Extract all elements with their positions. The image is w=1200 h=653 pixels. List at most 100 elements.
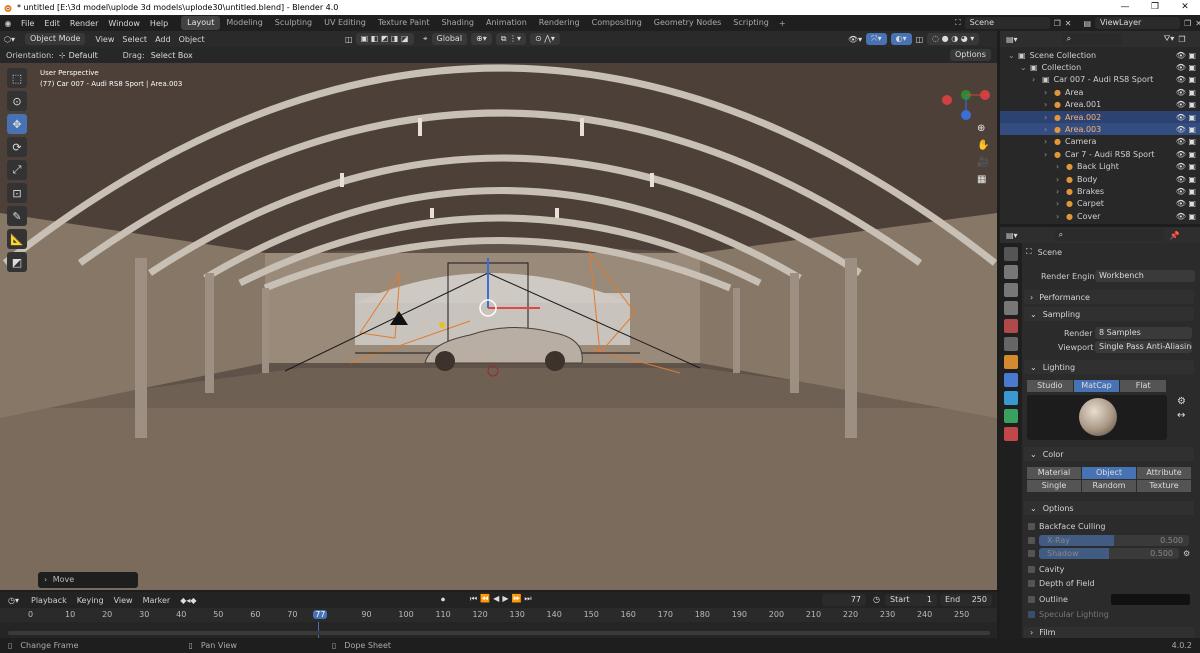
scene-tab-icon[interactable] <box>1004 319 1018 333</box>
scene-field[interactable]: Scene <box>964 17 1050 29</box>
current-frame-field[interactable]: 77 <box>822 594 866 606</box>
outliner-row[interactable]: › ● Carpet 👁 ▣ <box>1000 198 1200 210</box>
gizmo-toggle-icon[interactable]: ⤧▾ <box>866 33 887 45</box>
tab-compositing[interactable]: Compositing <box>586 16 648 30</box>
expand-arrow-icon[interactable]: › <box>1044 125 1054 134</box>
cursor-tool-icon[interactable]: ⊙ <box>7 91 27 111</box>
panel-performance[interactable]: › Performance <box>1024 290 1194 304</box>
expand-arrow-icon[interactable]: › <box>1044 100 1054 109</box>
visibility-toggle-icons[interactable]: 👁 ▣ <box>1176 63 1196 72</box>
menu-add[interactable]: Add <box>151 35 175 44</box>
properties-editor-icon[interactable]: ▤▾ <box>1006 231 1018 240</box>
scene-icon[interactable]: ⛶ <box>955 18 961 28</box>
editor-type-icon[interactable]: ⬡▾ <box>0 35 19 44</box>
visibility-toggle-icons[interactable]: 👁 ▣ <box>1176 162 1196 171</box>
viewlayer-icon[interactable]: ▤ <box>1083 19 1091 28</box>
lighting-mode-selector[interactable]: Studio MatCap Flat <box>1027 380 1168 392</box>
dof-checkbox[interactable] <box>1028 580 1035 587</box>
output-tab-icon[interactable] <box>1004 283 1018 297</box>
physics-tab-icon[interactable] <box>1004 391 1018 405</box>
render-tab-icon[interactable] <box>1004 265 1018 279</box>
outliner-row[interactable]: ⌄ ▣ Scene Collection 👁 ▣ <box>1000 49 1200 61</box>
outliner-row[interactable]: › ● Cover 👁 ▣ <box>1000 210 1200 222</box>
expand-arrow-icon[interactable]: › <box>1056 187 1066 196</box>
expand-arrow-icon[interactable]: › <box>1044 113 1054 122</box>
menu-select[interactable]: Select <box>118 35 151 44</box>
annotate-tool-icon[interactable]: ✎ <box>7 206 27 226</box>
expand-arrow-icon[interactable]: › <box>1056 199 1066 208</box>
panel-sampling[interactable]: ⌄ Sampling <box>1024 307 1194 321</box>
tool-tab-icon[interactable] <box>1004 247 1018 261</box>
visibility-toggle-icons[interactable]: 👁 ▣ <box>1176 187 1196 196</box>
transform-orientation-dropdown[interactable]: Global <box>431 33 468 45</box>
panel-color[interactable]: ⌄ Color <box>1024 447 1194 461</box>
pivot-point-icon[interactable]: ⊕▾ <box>471 33 492 45</box>
viewlayer-field[interactable]: ViewLayer <box>1095 17 1181 29</box>
properties-search-input[interactable]: ⌕ <box>1053 229 1164 241</box>
visibility-toggle-icons[interactable]: 👁 ▣ <box>1176 137 1196 146</box>
outliner-row[interactable]: › ● Brakes 👁 ▣ <box>1000 185 1200 197</box>
matcap-settings-icon[interactable]: ⚙ <box>1177 396 1186 407</box>
blender-menu-icon[interactable]: ◉ <box>0 19 16 28</box>
menu-object[interactable]: Object <box>175 35 209 44</box>
new-scene-icon[interactable]: ❐ <box>1054 19 1061 28</box>
color-material[interactable]: Material <box>1027 467 1082 479</box>
timeline-editor-icon[interactable]: ◷▾ <box>8 596 19 605</box>
new-collection-icon[interactable]: ❐ <box>1178 35 1185 44</box>
tab-uv-editing[interactable]: UV Editing <box>318 16 372 30</box>
maximize-button[interactable]: ❐ <box>1140 0 1170 15</box>
expand-arrow-icon[interactable]: › <box>1044 150 1054 159</box>
lighting-studio[interactable]: Studio <box>1027 380 1074 392</box>
filter-icon[interactable]: ⛛▾ <box>1164 34 1175 44</box>
outliner-row[interactable]: › ● Car 7 - Audi RS8 Sport 👁 ▣ <box>1000 148 1200 160</box>
outliner-row[interactable]: › ● Back Light 👁 ▣ <box>1000 161 1200 173</box>
select-box-mode-icons[interactable]: ▣ ◧ ◩ ◨ ◪ <box>355 33 414 45</box>
3d-viewport[interactable]: User Perspective (77) Car 007 - Audi RS8… <box>0 63 997 590</box>
transform-tool-icon[interactable]: ⊡ <box>7 183 27 203</box>
visibility-toggle-icons[interactable]: 👁 ▣ <box>1176 199 1196 208</box>
end-frame-field[interactable]: End 250 <box>940 594 992 606</box>
outline-color-swatch[interactable] <box>1111 594 1190 605</box>
expand-arrow-icon[interactable]: › <box>1056 212 1066 221</box>
visibility-toggle-icons[interactable]: 👁 ▣ <box>1176 175 1196 184</box>
panel-options[interactable]: ⌄ Options <box>1024 501 1194 515</box>
menu-marker[interactable]: Marker <box>143 596 171 605</box>
tab-layout[interactable]: Layout <box>181 16 221 30</box>
measure-tool-icon[interactable]: 📐 <box>7 229 27 249</box>
visibility-toggle-icons[interactable]: 👁 ▣ <box>1176 88 1196 97</box>
record-button-icon[interactable]: ⏺ <box>441 595 445 605</box>
outliner-row[interactable]: › ● Area 👁 ▣ <box>1000 86 1200 98</box>
add-workspace-icon[interactable]: + <box>775 19 790 28</box>
lighting-matcap[interactable]: MatCap <box>1073 380 1121 392</box>
timeline-track[interactable] <box>0 622 997 638</box>
close-button[interactable]: ✕ <box>1170 0 1200 15</box>
color-single[interactable]: Single <box>1027 480 1082 492</box>
keyframe-nav-icons[interactable]: ◆◂◆ <box>180 596 196 605</box>
tab-texture-paint[interactable]: Texture Paint <box>372 16 436 30</box>
mode-dropdown[interactable]: Object Mode <box>25 33 86 45</box>
zoom-icon[interactable]: ⊕ <box>977 123 989 134</box>
render-samples-dropdown[interactable]: 8 Samples <box>1095 327 1192 339</box>
menu-window[interactable]: Window <box>103 19 145 28</box>
outliner-row[interactable]: ⌄ ▣ Collection 👁 ▣ <box>1000 61 1200 73</box>
flip-matcap-icon[interactable]: ↔ <box>1177 410 1185 421</box>
proportional-editing-icon[interactable]: ⊙ ⋀▾ <box>530 33 560 45</box>
visibility-toggle-icons[interactable]: 👁 ▣ <box>1176 113 1196 122</box>
backface-checkbox[interactable] <box>1028 523 1035 530</box>
expand-arrow-icon[interactable]: › <box>1056 175 1066 184</box>
expand-arrow-icon[interactable]: › <box>1056 162 1066 171</box>
panel-lighting[interactable]: ⌄ Lighting <box>1024 360 1194 374</box>
collection-tab-icon[interactable] <box>1004 337 1018 351</box>
material-tab-icon[interactable] <box>1004 427 1018 441</box>
dof-row[interactable]: Depth of Field <box>1028 579 1095 588</box>
expand-arrow-icon[interactable]: › <box>1032 75 1042 84</box>
outliner-row[interactable]: › ● Camera 👁 ▣ <box>1000 136 1200 148</box>
visibility-toggle-icons[interactable]: 👁 ▣ <box>1176 51 1196 60</box>
tab-geometry-nodes[interactable]: Geometry Nodes <box>648 16 727 30</box>
shadow-row[interactable]: Shadow 0.500 ⚙ <box>1028 548 1190 559</box>
timeline-scrollbar[interactable] <box>8 631 990 635</box>
render-engine-dropdown[interactable]: Workbench <box>1095 270 1195 282</box>
specular-checkbox[interactable] <box>1028 611 1035 618</box>
outliner-row[interactable]: › ● Area.002 👁 ▣ <box>1000 111 1200 123</box>
delete-viewlayer-icon[interactable]: ✕ <box>1195 19 1200 28</box>
